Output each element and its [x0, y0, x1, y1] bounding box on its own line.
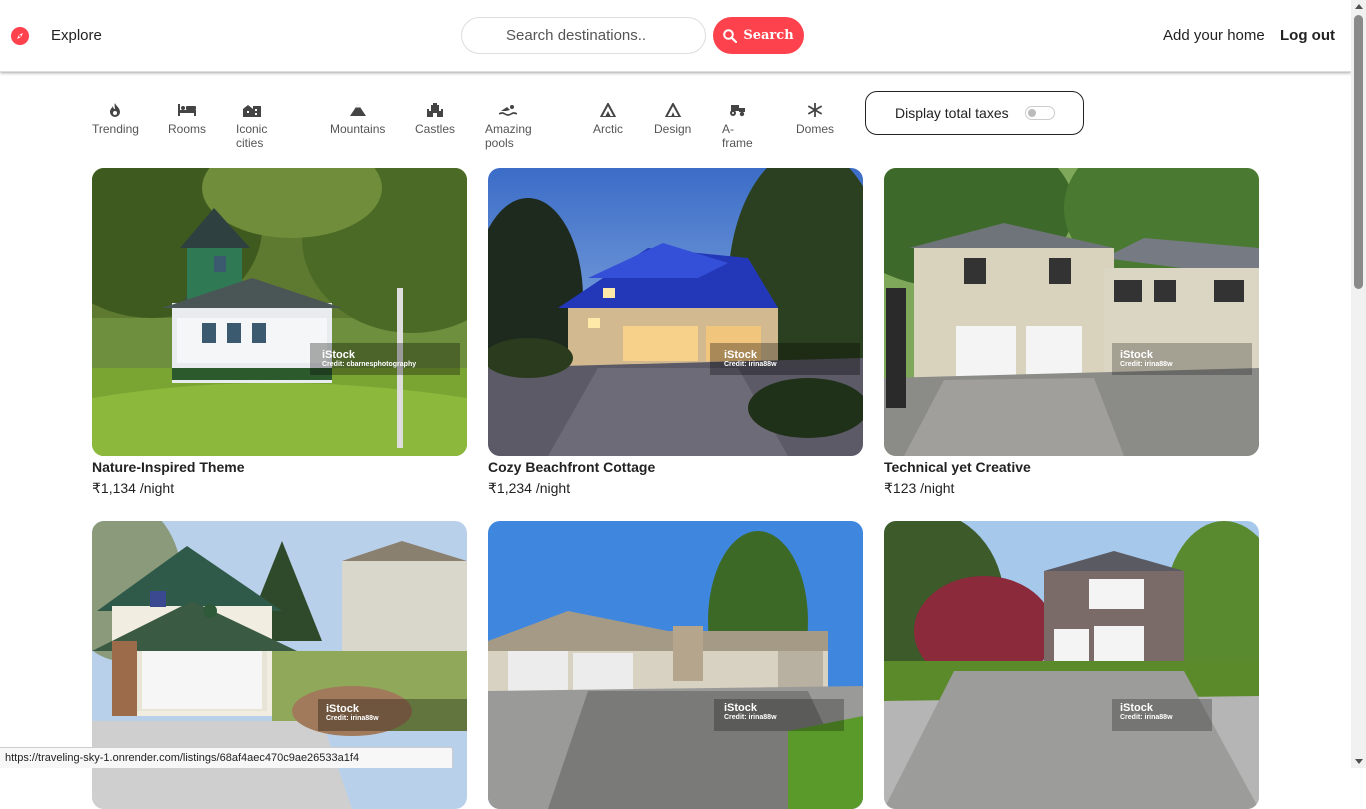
listing-title: Cozy Beachfront Cottage: [488, 459, 656, 475]
watermark-credit: Credit: irina88w: [724, 361, 777, 368]
fire-icon: [105, 100, 125, 120]
filter-amazing-pools[interactable]: Amazing pools: [485, 100, 532, 150]
filter-label: Rooms: [168, 122, 207, 136]
mountain-icon: [348, 100, 368, 120]
filter-arctic[interactable]: Arctic: [593, 100, 623, 136]
listing-card[interactable]: iStock Credit: irina88w: [488, 521, 863, 809]
filter-trending[interactable]: Trending: [92, 100, 139, 136]
navbar: Explore Search Add your home Log out: [0, 0, 1351, 72]
filter-label: Mountains: [330, 122, 386, 136]
listing-title: Technical yet Creative: [884, 459, 1031, 475]
listing-card[interactable]: iStock Credit: irina88w Cozy Beachfront …: [488, 168, 863, 497]
listing-photo[interactable]: iStock Credit: irina88w: [884, 521, 1259, 809]
filter-a-frame[interactable]: A-frame: [722, 100, 753, 150]
tax-toggle-box[interactable]: Display total taxes: [865, 91, 1084, 135]
watermark-credit: Credit: cbarnesphotography: [322, 361, 417, 368]
filter-iconic-cities[interactable]: Iconic cities: [236, 100, 267, 150]
search-button[interactable]: Search: [713, 17, 804, 54]
compass-icon[interactable]: [11, 27, 29, 45]
snowflake-icon: [805, 100, 825, 120]
filter-label: Design: [654, 122, 692, 136]
bed-icon: [177, 100, 197, 120]
status-bar-url: https://traveling-sky-1.onrender.com/lis…: [0, 747, 453, 768]
istock-watermark: iStock Credit: irina88w: [326, 703, 379, 722]
filter-label: Iconic cities: [236, 122, 268, 150]
watermark-brand: iStock: [1120, 702, 1154, 714]
watermark-credit: Credit: irina88w: [326, 715, 379, 722]
filter-label: Trending: [92, 122, 139, 136]
castle-icon: [425, 100, 445, 120]
listing-card[interactable]: iStock Credit: irina88w: [884, 521, 1259, 809]
watermark-credit: Credit: irina88w: [724, 714, 777, 721]
filter-label: A-frame: [722, 122, 753, 150]
listing-card[interactable]: iStock Credit: irina88w Technical yet Cr…: [884, 168, 1259, 497]
toggle-knob: [1028, 109, 1036, 117]
filter-castles[interactable]: Castles: [415, 100, 455, 136]
istock-watermark: iStock Credit: irina88w: [1120, 702, 1173, 721]
filter-label: Castles: [415, 122, 456, 136]
listing-price: ₹1,234 /night: [488, 480, 571, 496]
filter-label: Amazing pools: [485, 122, 532, 150]
listing-photo[interactable]: iStock Credit: irina88w: [488, 168, 863, 456]
scroll-down-arrow-icon[interactable]: [1355, 759, 1363, 764]
tax-toggle-switch[interactable]: [1025, 106, 1055, 120]
listing-photo[interactable]: iStock Credit: irina88w: [884, 168, 1259, 456]
filter-mountains[interactable]: Mountains: [330, 100, 385, 136]
swimmer-icon: [498, 100, 518, 120]
listing-title: Nature-Inspired Theme: [92, 459, 245, 475]
scrollbar[interactable]: [1351, 0, 1366, 768]
tax-toggle-label: Display total taxes: [895, 105, 1009, 121]
igloo-icon: [598, 100, 618, 120]
watermark-credit: Credit: irina88w: [1120, 361, 1173, 368]
watermark-brand: iStock: [322, 349, 356, 361]
watermark-credit: Credit: irina88w: [1120, 714, 1173, 721]
filter-label: Domes: [796, 122, 835, 136]
filter-rooms[interactable]: Rooms: [168, 100, 206, 136]
listing-photo[interactable]: iStock Credit: cbarnesphotography: [92, 168, 467, 456]
listing-price: ₹1,134 /night: [92, 480, 175, 496]
filter-design[interactable]: Design: [654, 100, 691, 136]
listing-price: ₹123 /night: [884, 480, 955, 496]
listing-photo[interactable]: iStock Credit: irina88w: [488, 521, 863, 809]
tractor-icon: [727, 100, 747, 120]
search-input[interactable]: [461, 17, 706, 54]
search-button-label: Search: [743, 28, 794, 43]
tent-icon: [663, 100, 683, 120]
istock-watermark: iStock Credit: irina88w: [1120, 349, 1173, 368]
watermark-brand: iStock: [724, 349, 758, 361]
istock-watermark: iStock Credit: cbarnesphotography: [322, 349, 416, 368]
filter-domes[interactable]: Domes: [796, 100, 834, 136]
add-home-link[interactable]: Add your home: [1163, 27, 1265, 44]
city-icon: [242, 100, 262, 120]
search-icon: [723, 28, 738, 43]
scroll-up-arrow-icon[interactable]: [1355, 4, 1363, 9]
istock-watermark: iStock Credit: irina88w: [724, 702, 777, 721]
filter-label: Arctic: [593, 122, 623, 136]
istock-watermark: iStock Credit: irina88w: [724, 349, 777, 368]
watermark-brand: iStock: [724, 702, 758, 714]
explore-link[interactable]: Explore: [51, 27, 102, 44]
watermark-brand: iStock: [326, 703, 360, 715]
scrollbar-thumb[interactable]: [1354, 15, 1363, 289]
watermark-brand: iStock: [1120, 349, 1154, 361]
logout-link[interactable]: Log out: [1280, 27, 1335, 44]
listing-card[interactable]: iStock Credit: cbarnesphotography Nature…: [92, 168, 467, 497]
